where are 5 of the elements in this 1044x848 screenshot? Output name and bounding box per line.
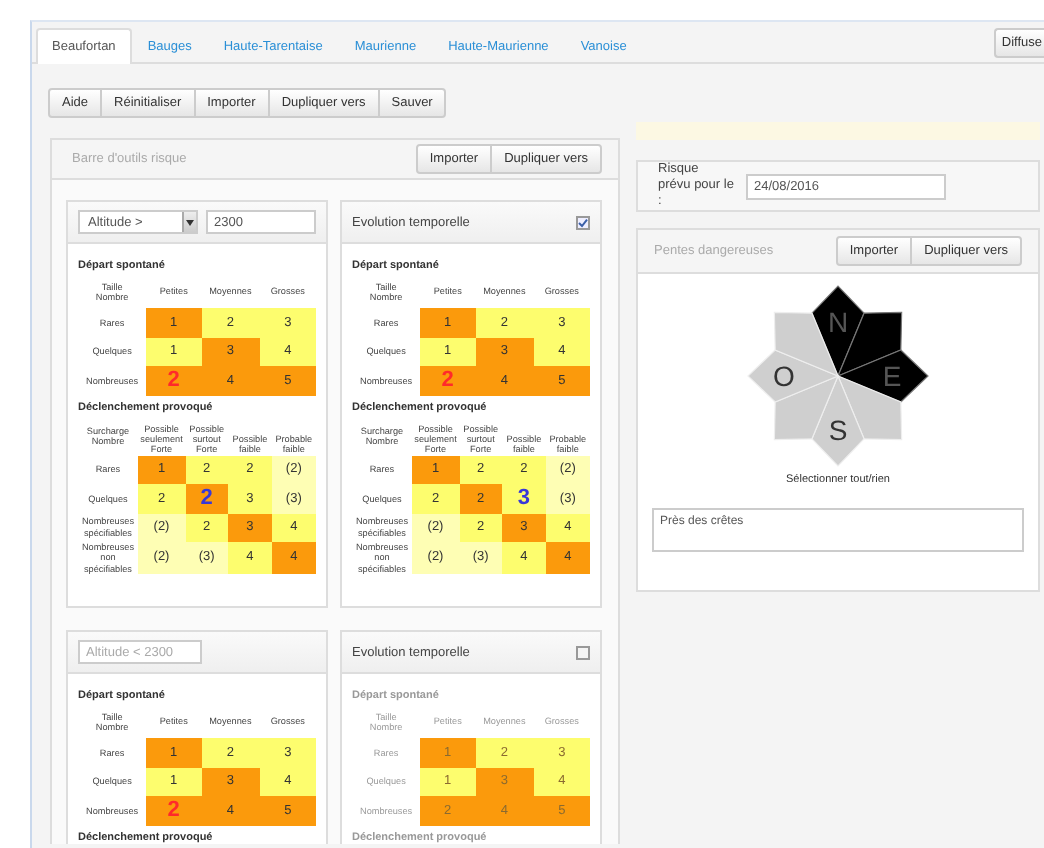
slope-sector[interactable]: S [811, 374, 865, 467]
matrix-cell[interactable]: 2 [185, 484, 229, 513]
matrix-cell[interactable]: 3 [502, 484, 546, 513]
checkbox[interactable] [576, 215, 590, 229]
caret-icon [182, 212, 196, 232]
